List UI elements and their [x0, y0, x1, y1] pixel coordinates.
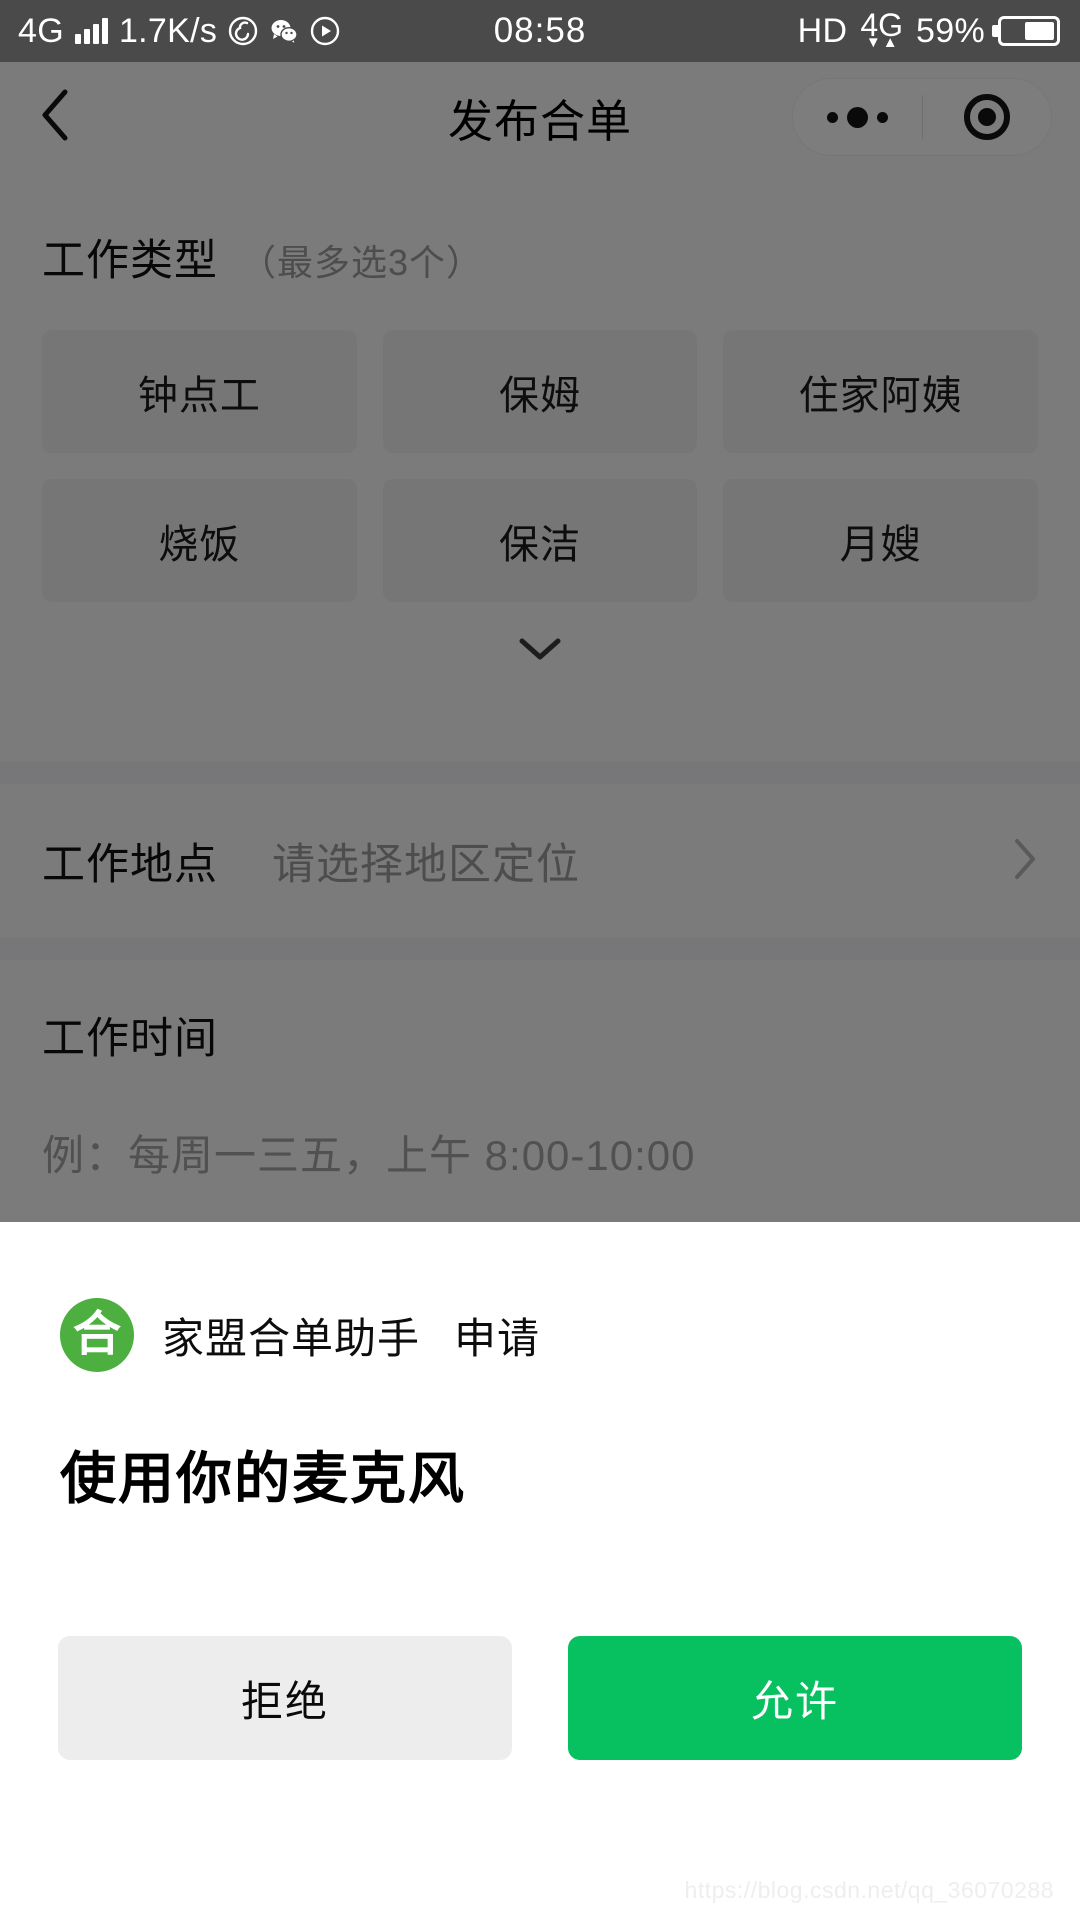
wechat-icon — [269, 16, 299, 46]
miniprogram-capsule — [792, 78, 1052, 156]
navigation-bar: 发布合单 — [0, 62, 1080, 172]
capsule-more-button[interactable] — [793, 106, 922, 128]
permission-button-row: 拒绝 允许 — [0, 1636, 1080, 1760]
section-divider-strip — [0, 938, 1080, 960]
permission-headline: 使用你的麦克风 — [60, 1447, 466, 1510]
permission-app-name: 家盟合单助手 — [162, 1314, 421, 1362]
chevron-right-icon — [1012, 837, 1038, 886]
work-location-row[interactable]: 工作地点 请选择地区定位 — [0, 784, 1080, 938]
work-type-chip[interactable]: 烧饭 — [42, 479, 357, 602]
permission-dialog: 合 家盟合单助手 申请 使用你的麦克风 拒绝 允许 — [0, 1222, 1080, 1920]
status-bar: 4G 1.7K/s 08:58 HD 4G ▼ ▲ 59% — [0, 0, 1080, 62]
work-time-section: 工作时间 例：每周一三五，上午 8:00-10:00 — [0, 960, 1080, 1222]
capsule-divider — [922, 95, 923, 139]
network-type-label: 4G — [18, 12, 64, 50]
target-circle-icon — [963, 94, 1010, 140]
work-type-chip[interactable]: 钟点工 — [42, 330, 357, 453]
mobile-data-icon: 4G ▼ ▲ — [860, 9, 903, 52]
work-type-chip[interactable]: 保姆 — [382, 330, 698, 453]
more-dots-icon — [827, 106, 888, 128]
work-location-value[interactable]: 请选择地区定位 — [272, 830, 580, 892]
app-content-behind-modal: 发布合单 工作类型 （最多选3个） 钟点工 保姆 住家阿姨 烧饭 保洁 月嫂 工… — [0, 0, 1080, 1222]
video-play-icon — [310, 16, 340, 46]
work-time-label: 工作时间 — [42, 1015, 218, 1063]
status-bar-left: 4G 1.7K/s — [0, 14, 340, 48]
allow-button[interactable]: 允许 — [568, 1636, 1022, 1760]
battery-percent-label: 59% — [916, 12, 985, 50]
back-button[interactable] — [0, 62, 110, 172]
chevron-left-icon — [38, 88, 72, 147]
work-type-header: 工作类型 （最多选3个） — [0, 172, 1080, 288]
work-type-chip[interactable]: 月嫂 — [723, 479, 1038, 602]
permission-app-row: 合 家盟合单助手 申请 — [0, 1222, 1080, 1372]
app-logo-icon: 合 — [60, 1298, 134, 1372]
capsule-close-button[interactable] — [922, 94, 1051, 140]
work-location-label: 工作地点 — [42, 841, 218, 889]
phone-screen: 发布合单 工作类型 （最多选3个） 钟点工 保姆 住家阿姨 烧饭 保洁 月嫂 工… — [0, 0, 1080, 1920]
hd-call-icon: HD — [797, 12, 848, 50]
work-type-hint: （最多选3个） — [240, 242, 484, 283]
work-type-expand-button[interactable] — [0, 608, 1080, 694]
status-bar-right: HD 4G ▼ ▲ 59% — [797, 9, 1080, 52]
work-type-chip[interactable]: 住家阿姨 — [723, 330, 1038, 453]
deny-button[interactable]: 拒绝 — [58, 1636, 512, 1760]
signal-strength-icon — [74, 18, 108, 44]
battery-icon — [998, 16, 1060, 46]
work-type-section: 工作类型 （最多选3个） 钟点工 保姆 住家阿姨 烧饭 保洁 月嫂 — [0, 172, 1080, 762]
netease-music-icon — [228, 16, 258, 46]
data-transfer-arrows-icon: ▼ ▲ — [865, 34, 898, 52]
permission-action-label: 申请 — [454, 1314, 541, 1362]
work-type-chip[interactable]: 保洁 — [382, 479, 698, 602]
work-type-title: 工作类型 — [42, 237, 218, 285]
watermark-text: https://blog.csdn.net/qq_36070288 — [684, 1877, 1054, 1903]
work-time-input[interactable]: 例：每周一三五，上午 8:00-10:00 — [0, 1066, 1080, 1183]
chevron-down-icon — [518, 636, 562, 667]
work-type-chip-grid: 钟点工 保姆 住家阿姨 烧饭 保洁 月嫂 — [0, 288, 1080, 602]
section-divider-strip — [0, 762, 1080, 784]
work-location-section[interactable]: 工作地点 请选择地区定位 — [0, 784, 1080, 938]
network-speed-label: 1.7K/s — [118, 12, 218, 50]
